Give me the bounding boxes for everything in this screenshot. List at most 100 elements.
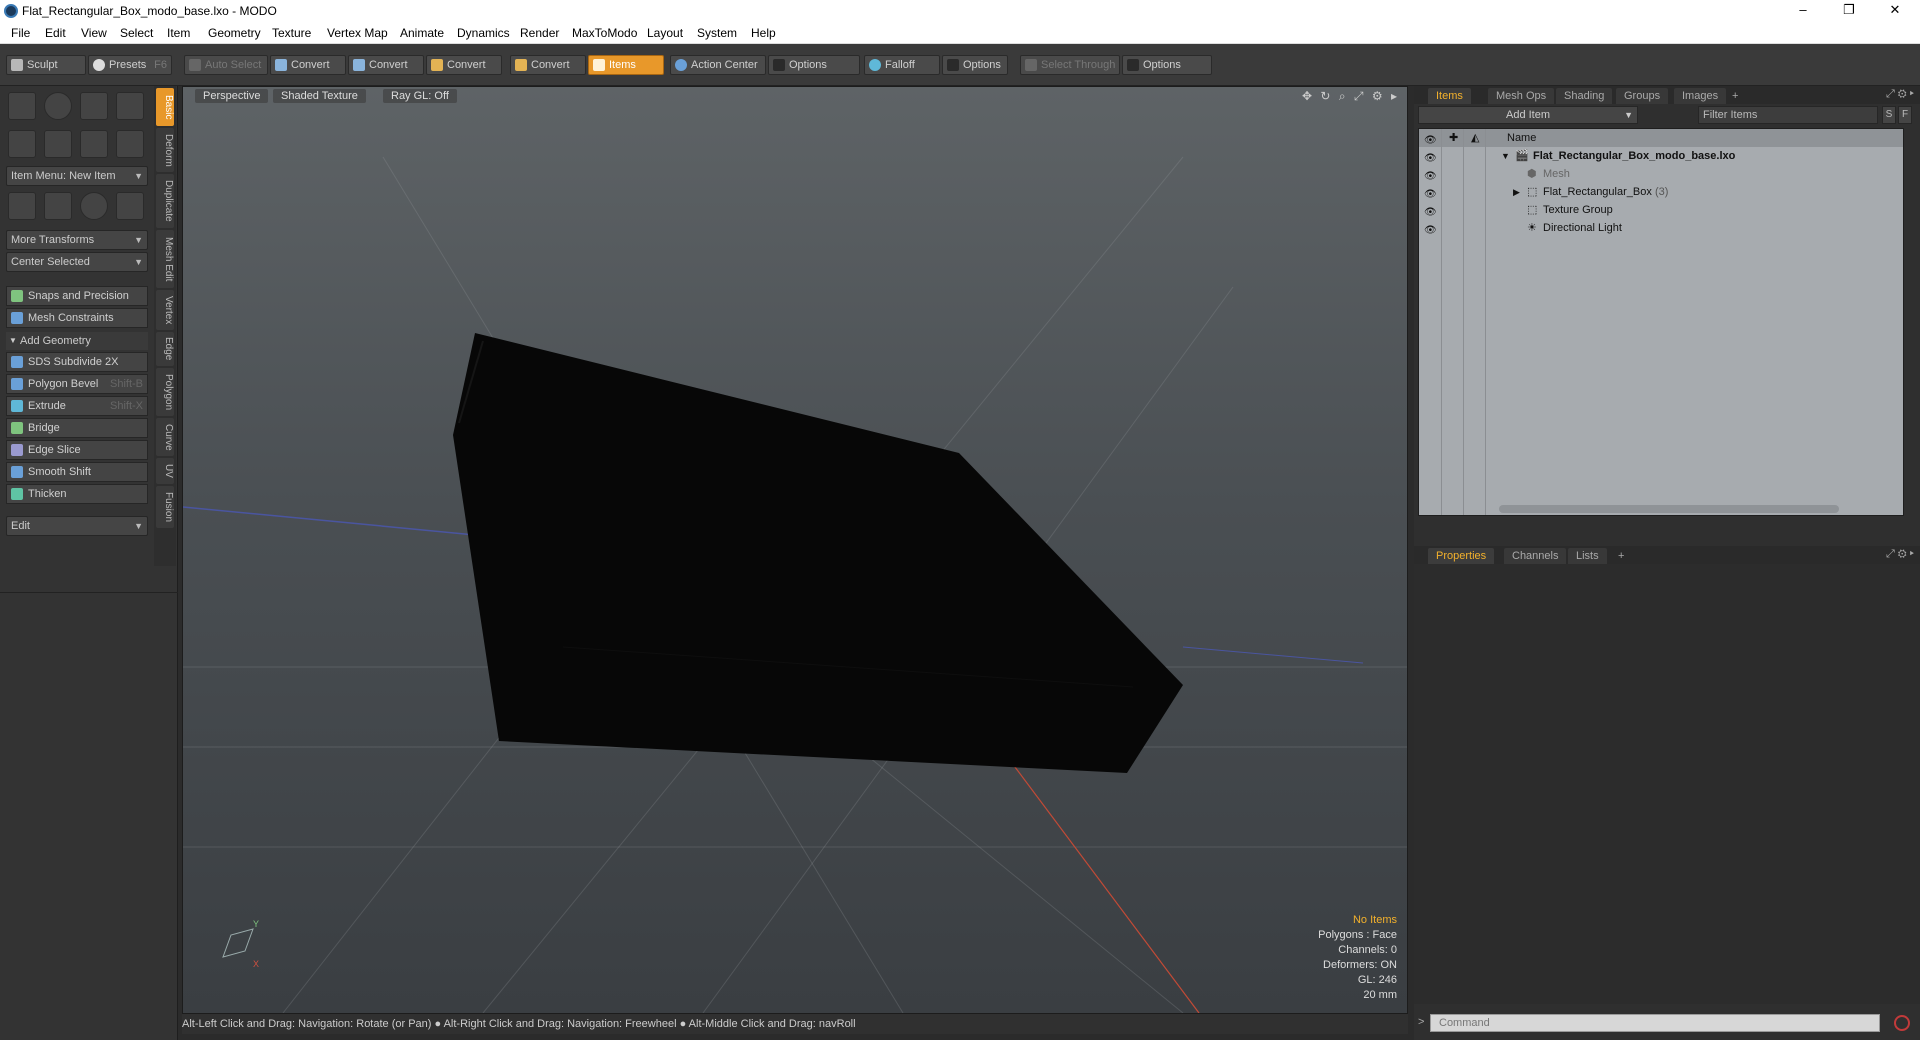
tab-basic[interactable]: Basic xyxy=(156,88,174,126)
menu-render[interactable]: Render xyxy=(520,26,559,40)
smooth-shift-button[interactable]: Smooth Shift xyxy=(6,462,148,482)
tab-properties[interactable]: Properties xyxy=(1428,548,1495,564)
tab-channels[interactable]: Channels xyxy=(1504,548,1567,564)
close-button[interactable]: ✕ xyxy=(1872,0,1918,22)
add-item-button[interactable]: Add Item ▼ xyxy=(1418,106,1638,124)
falloff-options-button[interactable]: Options xyxy=(942,55,1008,75)
visibility-toggle-icon[interactable]: 👁 xyxy=(1424,204,1438,218)
menu-system[interactable]: System xyxy=(697,26,737,40)
sculpt-button[interactable]: Sculpt xyxy=(6,55,86,75)
add-tab-button[interactable]: + xyxy=(1724,88,1746,104)
tab-fusion[interactable]: Fusion xyxy=(156,486,174,528)
item-menu-dropdown[interactable]: Item Menu: New Item ▼ xyxy=(6,166,148,186)
fit-icon[interactable]: ⤢ xyxy=(1354,89,1364,103)
menu-geometry[interactable]: Geometry xyxy=(208,26,261,40)
select-options-button[interactable]: Options xyxy=(1122,55,1212,75)
rotate-icon[interactable]: ↻ xyxy=(1320,89,1330,103)
panel-options-icon[interactable]: ⤢ ⚙ ▸ xyxy=(1886,548,1914,561)
tab-lists[interactable]: Lists xyxy=(1568,548,1607,564)
tree-row-box[interactable]: 👁 ▶ ⬚ Flat_Rectangular_Box (3) xyxy=(1419,183,1903,201)
horizontal-scrollbar[interactable] xyxy=(1499,505,1839,513)
polygon-bevel-button[interactable]: Polygon Bevel Shift-B xyxy=(6,374,148,394)
panel-options-icon[interactable]: ⤢ ⚙ ▸ xyxy=(1886,88,1914,101)
menu-item[interactable]: Item xyxy=(167,26,190,40)
visibility-toggle-icon[interactable]: 👁 xyxy=(1424,168,1438,182)
expand-arrow-icon[interactable]: ▼ xyxy=(1501,147,1510,165)
pen-icon[interactable] xyxy=(80,130,108,158)
pan-icon[interactable]: ✥ xyxy=(1302,89,1312,103)
tab-duplicate[interactable]: Duplicate xyxy=(156,174,174,228)
tab-mesh-edit[interactable]: Mesh Edit xyxy=(156,230,174,288)
extrude-button[interactable]: Extrude Shift-X xyxy=(6,396,148,416)
cylinder-icon[interactable] xyxy=(80,92,108,120)
filter-items-input[interactable]: Filter Items xyxy=(1698,106,1878,124)
menu-file[interactable]: File xyxy=(11,26,30,40)
expand-arrow-icon[interactable]: ▸ xyxy=(1391,89,1397,103)
menu-maxtomodo[interactable]: MaxToModo xyxy=(572,26,637,40)
transform-icon[interactable] xyxy=(8,192,36,220)
falloff-button[interactable]: Falloff xyxy=(864,55,940,75)
menu-dynamics[interactable]: Dynamics xyxy=(457,26,510,40)
tab-groups[interactable]: Groups xyxy=(1616,88,1669,104)
add-tab-button[interactable]: + xyxy=(1610,548,1632,564)
command-input[interactable]: Command xyxy=(1430,1014,1880,1032)
pyramid-icon[interactable] xyxy=(116,192,144,220)
action-center-options-button[interactable]: Options xyxy=(768,55,860,75)
mesh-constraints-button[interactable]: Mesh Constraints xyxy=(6,308,148,328)
sds-subdivide-button[interactable]: SDS Subdivide 2X xyxy=(6,352,148,372)
tab-shading[interactable]: Shading xyxy=(1556,88,1613,104)
grid-icon[interactable] xyxy=(44,192,72,220)
tab-vertex[interactable]: Vertex xyxy=(156,290,174,330)
convert-edge-button[interactable]: Convert xyxy=(348,55,424,75)
tree-row-mesh[interactable]: 👁 ⬢ Mesh xyxy=(1419,165,1903,183)
bridge-button[interactable]: Bridge xyxy=(6,418,148,438)
visibility-toggle-icon[interactable]: 👁 xyxy=(1424,222,1438,236)
cone-icon[interactable] xyxy=(116,92,144,120)
edit-dropdown[interactable]: Edit ▼ xyxy=(6,516,148,536)
sphere-icon[interactable] xyxy=(44,92,72,120)
visibility-toggle-icon[interactable]: 👁 xyxy=(1424,150,1438,164)
visibility-toggle-icon[interactable]: 👁 xyxy=(1424,186,1438,200)
cube-icon[interactable] xyxy=(8,92,36,120)
menu-texture[interactable]: Texture xyxy=(272,26,311,40)
convert-vertex-button[interactable]: Convert xyxy=(270,55,346,75)
snaps-precision-button[interactable]: Snaps and Precision xyxy=(6,286,148,306)
text-icon[interactable] xyxy=(116,130,144,158)
globe-icon[interactable] xyxy=(80,192,108,220)
menu-select[interactable]: Select xyxy=(120,26,153,40)
menu-view[interactable]: View xyxy=(81,26,107,40)
thicken-button[interactable]: Thicken xyxy=(6,484,148,504)
items-mode-button[interactable]: Items xyxy=(588,55,664,75)
raygl-button[interactable]: Ray GL: Off xyxy=(383,89,457,103)
filter-s-button[interactable]: S xyxy=(1882,106,1896,124)
record-icon[interactable] xyxy=(1894,1015,1910,1031)
tab-polygon[interactable]: Polygon xyxy=(156,368,174,416)
convert-material-button[interactable]: Convert xyxy=(510,55,586,75)
menu-help[interactable]: Help xyxy=(751,26,776,40)
more-transforms-dropdown[interactable]: More Transforms ▼ xyxy=(6,230,148,250)
convert-polygon-button[interactable]: Convert xyxy=(426,55,502,75)
tree-row-texture-group[interactable]: 👁 ⬚ Texture Group xyxy=(1419,201,1903,219)
shading-mode-button[interactable]: Shaded Texture xyxy=(273,89,366,103)
menu-edit[interactable]: Edit xyxy=(45,26,66,40)
tab-images[interactable]: Images xyxy=(1674,88,1727,104)
gear-icon[interactable]: ⚙ xyxy=(1372,89,1383,103)
torus-icon[interactable] xyxy=(8,130,36,158)
capsule-icon[interactable] xyxy=(44,130,72,158)
view-perspective-button[interactable]: Perspective xyxy=(195,89,269,103)
menu-layout[interactable]: Layout xyxy=(647,26,683,40)
menu-animate[interactable]: Animate xyxy=(400,26,444,40)
tree-row-scene[interactable]: 👁 ▼ 🎬 Flat_Rectangular_Box_modo_base.lxo xyxy=(1419,147,1903,165)
tab-deform[interactable]: Deform xyxy=(156,128,174,172)
edge-slice-button[interactable]: Edge Slice xyxy=(6,440,148,460)
add-geometry-section[interactable]: ▼ Add Geometry xyxy=(6,332,148,350)
auto-select-button[interactable]: Auto Select xyxy=(184,55,268,75)
tab-items[interactable]: Items xyxy=(1428,88,1471,104)
tab-uv[interactable]: UV xyxy=(156,458,174,484)
presets-button[interactable]: Presets F6 xyxy=(88,55,172,75)
minimize-button[interactable]: – xyxy=(1780,0,1826,22)
3d-viewport[interactable]: Y X Perspective Shaded Texture Ray GL: O… xyxy=(182,86,1408,1014)
action-center-button[interactable]: Action Center xyxy=(670,55,766,75)
tab-curve[interactable]: Curve xyxy=(156,418,174,456)
center-selected-dropdown[interactable]: Center Selected ▼ xyxy=(6,252,148,272)
